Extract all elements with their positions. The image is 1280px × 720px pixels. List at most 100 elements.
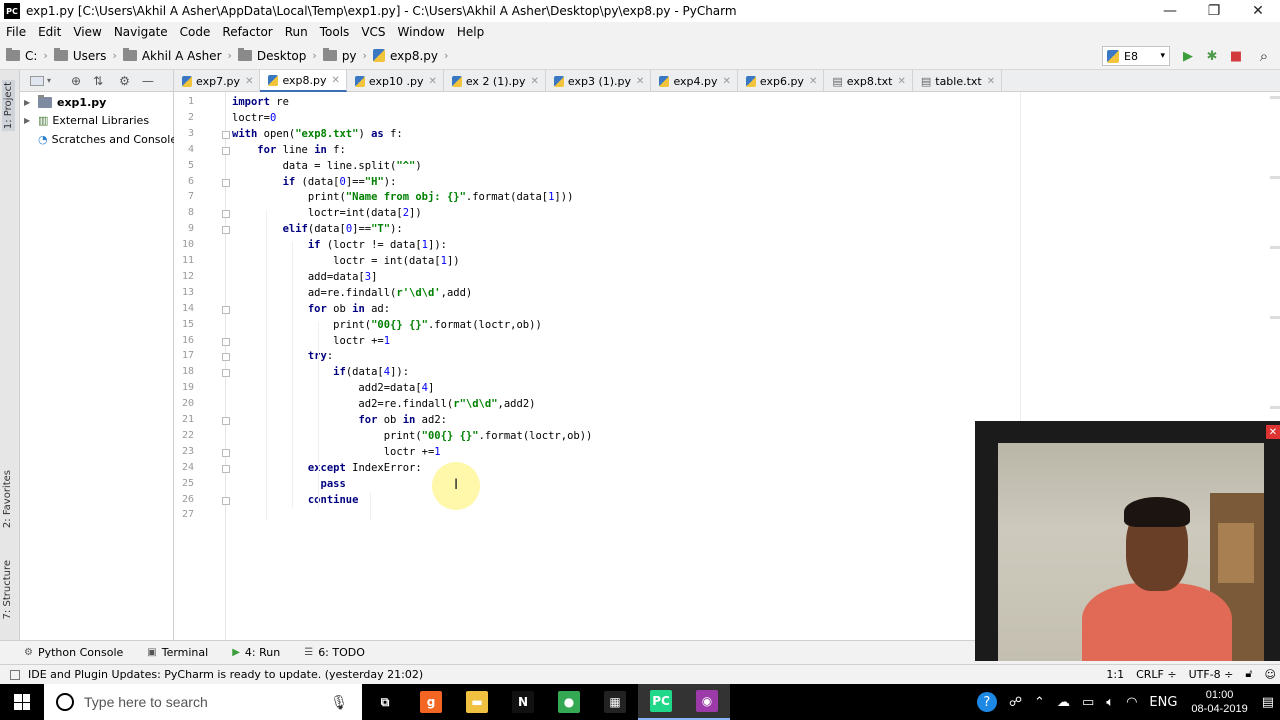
fold-marker-icon[interactable] [222, 448, 230, 457]
fold-marker-icon[interactable] [222, 353, 230, 362]
code-line[interactable]: ad2=re.findall(r"\d\d",add2) [232, 398, 535, 410]
close-icon[interactable]: ✕ [245, 76, 253, 87]
fold-marker-icon[interactable] [222, 417, 230, 425]
chevron-down-icon[interactable]: ▾ [47, 76, 51, 85]
menu-run[interactable]: Run [279, 25, 314, 39]
action-center-icon[interactable]: ▤ [1262, 695, 1274, 710]
breadcrumb-desktop[interactable]: Desktop › [237, 48, 317, 63]
taskbar-app-g-app[interactable]: g [408, 684, 454, 720]
code-line[interactable]: loctr=int(data[2]) [232, 207, 422, 219]
fold-marker-icon[interactable] [222, 226, 230, 235]
language-indicator[interactable]: ENG [1149, 695, 1177, 710]
event-log-icon[interactable] [10, 669, 20, 680]
menu-vcs[interactable]: VCS [355, 25, 391, 39]
fold-marker-icon[interactable] [222, 369, 230, 378]
fold-marker-icon[interactable] [222, 130, 230, 139]
tab-exp8-txt[interactable]: ▤ exp8.txt ✕ [824, 70, 913, 92]
tool-tab-structure[interactable]: 7: Structure [2, 560, 13, 619]
tab-exp8[interactable]: exp8.py ✕ [260, 70, 347, 92]
tool-run[interactable]: ▶ 4: Run [232, 646, 280, 659]
fold-marker-icon[interactable] [222, 178, 230, 187]
code-line[interactable]: for line in f: [232, 144, 346, 156]
close-icon[interactable]: ✕ [531, 76, 539, 87]
people-icon[interactable]: ☍ [1009, 695, 1022, 710]
close-icon[interactable]: ✕ [897, 76, 905, 87]
collapse-icon[interactable]: ⇅ [93, 74, 103, 88]
caret-position[interactable]: 1:1 [1106, 668, 1124, 681]
menu-refactor[interactable]: Refactor [216, 25, 278, 39]
tree-item-external-libraries[interactable]: ▶ ▥ External Libraries [24, 114, 149, 127]
fold-marker-icon[interactable] [222, 496, 230, 505]
stop-icon[interactable]: ■ [1228, 48, 1244, 64]
notification-icon[interactable]: ☺ [1265, 668, 1276, 681]
menu-code[interactable]: Code [174, 25, 217, 39]
breadcrumb-user[interactable]: Akhil A Asher › [122, 48, 232, 63]
menu-help[interactable]: Help [451, 25, 490, 39]
close-icon[interactable]: ✕ [636, 76, 644, 87]
breadcrumb-file[interactable]: exp8.py › [372, 49, 448, 63]
code-line[interactable]: for ob in ad: [232, 303, 390, 315]
close-button[interactable]: ✕ [1236, 0, 1280, 22]
run-config-select[interactable]: E8 ▾ [1102, 46, 1170, 66]
code-line[interactable]: if(data[4]): [232, 366, 409, 378]
code-line[interactable]: except IndexError: [232, 462, 422, 474]
close-icon[interactable]: ✕ [723, 76, 731, 87]
wifi-icon[interactable]: ◠ [1126, 695, 1137, 710]
tab-exp3[interactable]: exp3 (1).py ✕ [546, 70, 652, 92]
code-line[interactable]: ad=re.findall(r'\d\d',add) [232, 287, 472, 299]
menu-view[interactable]: View [67, 25, 107, 39]
tree-item-exp1[interactable]: ▶ exp1.py [24, 95, 106, 109]
tab-exp10[interactable]: exp10 .py ✕ [347, 70, 444, 92]
taskbar-app-task-view[interactable]: ⧉ [362, 684, 408, 720]
fold-marker-icon[interactable] [222, 464, 230, 473]
clock[interactable]: 01:00 08-04-2019 [1191, 688, 1247, 716]
code-line[interactable]: pass [232, 478, 346, 490]
code-line[interactable]: print("00{} {}".format(loctr,ob)) [232, 430, 593, 442]
chevron-up-icon[interactable]: ⌃ [1034, 695, 1045, 710]
file-encoding[interactable]: UTF-8 ÷ [1189, 668, 1234, 681]
onedrive-icon[interactable]: ☁ [1057, 695, 1070, 710]
tool-tab-favorites[interactable]: 2: Favorites [2, 470, 13, 528]
code-line[interactable]: for ob in ad2: [232, 414, 447, 426]
code-line[interactable]: loctr +=1 [232, 335, 390, 347]
start-button[interactable] [0, 684, 44, 720]
code-line[interactable]: import re [232, 96, 289, 108]
lock-icon[interactable]: 🔓︎ [1245, 667, 1252, 681]
tree-item-scratches[interactable]: ◔ Scratches and Consoles [38, 133, 183, 146]
close-icon[interactable]: ✕ [809, 76, 817, 87]
gear-icon[interactable]: ⚙ [119, 74, 130, 88]
taskbar-app-pycharm[interactable]: PC [638, 684, 684, 720]
tab-exp7[interactable]: exp7.py ✕ [174, 70, 261, 92]
search-icon[interactable]: ⌕ [1256, 47, 1272, 65]
code-line[interactable]: elif(data[0]=="T"): [232, 223, 403, 235]
breadcrumb-users[interactable]: Users › [53, 48, 117, 63]
locate-icon[interactable]: ⊕ [71, 74, 81, 88]
volume-icon[interactable]: 🔈︎ [1106, 695, 1114, 710]
taskbar-app-screen-recorder[interactable]: ◉ [684, 684, 730, 720]
tool-python-console[interactable]: ⚙ Python Console [24, 646, 123, 659]
code-line[interactable]: with open("exp8.txt") as f: [232, 128, 403, 140]
taskbar-search[interactable]: Type here to search 🎙︎ [44, 684, 362, 720]
tab-table-txt[interactable]: ▤ table.txt ✕ [913, 70, 1003, 92]
tab-ex2[interactable]: ex 2 (1).py ✕ [444, 70, 546, 92]
tool-tab-project[interactable]: 1: Project [2, 80, 15, 132]
status-message[interactable]: IDE and Plugin Updates: PyCharm is ready… [28, 668, 423, 681]
code-line[interactable]: loctr +=1 [232, 446, 441, 458]
tool-todo[interactable]: ☰ 6: TODO [304, 646, 365, 659]
breadcrumb-drive[interactable]: C: › [6, 48, 48, 63]
breadcrumb-py[interactable]: py › [322, 48, 367, 63]
code-line[interactable]: add2=data[4] [232, 382, 434, 394]
code-line[interactable]: print("00{} {}".format(loctr,ob)) [232, 319, 542, 331]
code-line[interactable]: if (loctr != data[1]): [232, 239, 447, 251]
code-line[interactable]: print("Name from obj: {}".format(data[1]… [232, 191, 574, 203]
expand-icon[interactable]: ▶ [24, 116, 38, 125]
code-line[interactable]: continue [232, 494, 359, 506]
menu-tools[interactable]: Tools [314, 25, 356, 39]
fold-marker-icon[interactable] [222, 210, 230, 219]
taskbar-app-chrome[interactable]: ● [546, 684, 592, 720]
menu-navigate[interactable]: Navigate [108, 25, 174, 39]
line-separator[interactable]: CRLF ÷ [1136, 668, 1177, 681]
close-icon[interactable]: ✕ [428, 76, 436, 87]
code-line[interactable]: if (data[0]=="H"): [232, 176, 397, 188]
debug-icon[interactable]: ✱ [1204, 48, 1220, 64]
